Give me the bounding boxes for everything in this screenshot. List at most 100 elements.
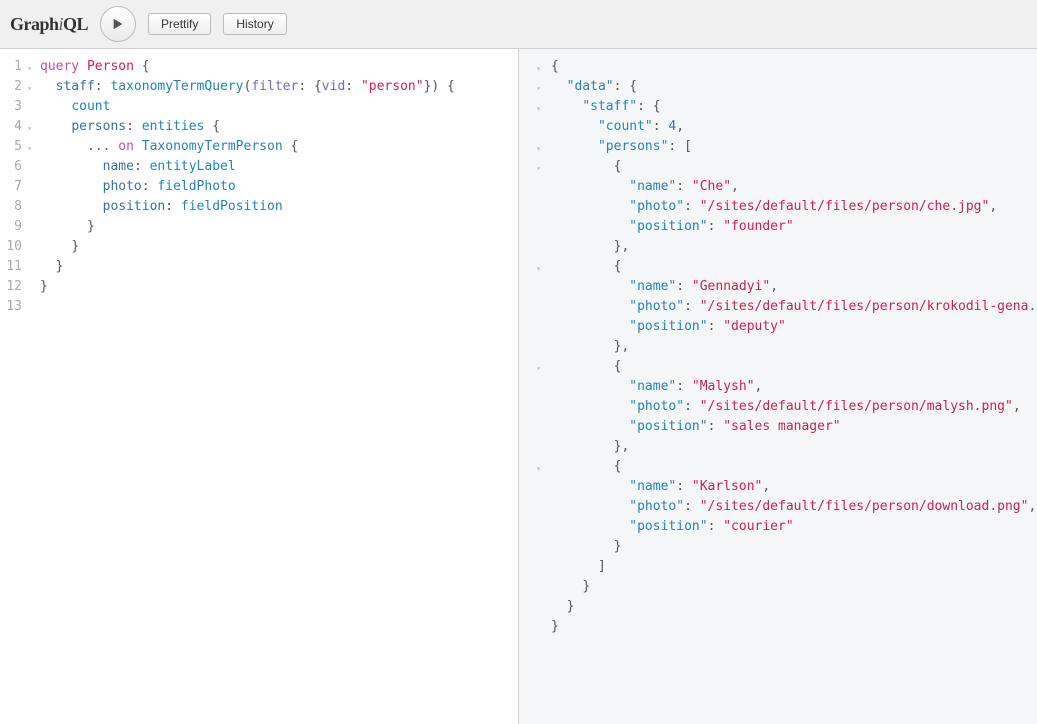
- line-number: 8: [0, 197, 22, 217]
- result-line: }: [549, 537, 1037, 557]
- prettify-button[interactable]: Prettify: [148, 13, 211, 35]
- query-line[interactable]: photo: fieldPhoto: [40, 177, 508, 197]
- result-gutter-row: [519, 177, 531, 197]
- result-viewer: ▾ ▾ ▾ ▾ ▾ ▾ ▾ ▾ { "data": { "staff": { "…: [519, 49, 1037, 724]
- query-line[interactable]: name: entityLabel: [40, 157, 508, 177]
- result-line: "data": {: [549, 77, 1037, 97]
- fold-icon[interactable]: ▾: [27, 139, 32, 159]
- query-line[interactable]: }: [40, 237, 508, 257]
- main-panes: 1▾2▾34▾5▾678910111213 query Person { sta…: [0, 49, 1037, 724]
- result-gutter-row: [519, 417, 531, 437]
- result-line: {: [549, 257, 1037, 277]
- line-number: 13: [0, 297, 22, 317]
- result-gutter-row: [519, 477, 531, 497]
- result-gutter-row: [519, 497, 531, 517]
- fold-icon[interactable]: ▾: [27, 79, 32, 99]
- result-gutter-row: [519, 297, 531, 317]
- query-line[interactable]: }: [40, 217, 508, 237]
- result-line: ]: [549, 557, 1037, 577]
- result-gutter-row: [519, 617, 531, 637]
- fold-icon[interactable]: ▾: [536, 259, 541, 279]
- line-number: 12: [0, 277, 22, 297]
- query-line[interactable]: count: [40, 97, 508, 117]
- result-gutter-row: ▾: [519, 137, 531, 157]
- result-gutter-row: [519, 517, 531, 537]
- result-gutter: ▾ ▾ ▾ ▾ ▾ ▾ ▾ ▾: [519, 49, 537, 724]
- fold-icon[interactable]: ▾: [536, 359, 541, 379]
- result-gutter-row: [519, 237, 531, 257]
- result-line: },: [549, 437, 1037, 457]
- result-gutter-row: ▾: [519, 257, 531, 277]
- execute-button[interactable]: [100, 6, 136, 42]
- result-line: "count": 4,: [549, 117, 1037, 137]
- fold-icon[interactable]: ▾: [536, 99, 541, 119]
- result-line: },: [549, 237, 1037, 257]
- result-gutter-row: ▾: [519, 77, 531, 97]
- result-line: "photo": "/sites/default/files/person/ma…: [549, 397, 1037, 417]
- result-line: {: [549, 157, 1037, 177]
- line-number: 4▾: [0, 117, 22, 137]
- query-line[interactable]: position: fieldPosition: [40, 197, 508, 217]
- query-line[interactable]: query Person {: [40, 57, 508, 77]
- line-number: 2▾: [0, 77, 22, 97]
- query-line[interactable]: }: [40, 277, 508, 297]
- fold-icon[interactable]: ▾: [536, 79, 541, 99]
- line-number: 10: [0, 237, 22, 257]
- history-button[interactable]: History: [223, 13, 286, 35]
- result-gutter-row: ▾: [519, 97, 531, 117]
- result-line: "position": "deputy": [549, 317, 1037, 337]
- query-editor[interactable]: 1▾2▾34▾5▾678910111213 query Person { sta…: [0, 49, 519, 724]
- result-line: }: [549, 577, 1037, 597]
- result-line: "photo": "/sites/default/files/person/kr…: [549, 297, 1037, 317]
- result-gutter-row: [519, 377, 531, 397]
- result-gutter-row: ▾: [519, 357, 531, 377]
- result-gutter-row: [519, 317, 531, 337]
- toolbar: GraphiQL Prettify History: [0, 0, 1037, 49]
- line-number: 7: [0, 177, 22, 197]
- result-line: "position": "founder": [549, 217, 1037, 237]
- result-line: "name": "Che",: [549, 177, 1037, 197]
- query-line[interactable]: [40, 297, 508, 317]
- line-number: 9: [0, 217, 22, 237]
- result-line: "name": "Karlson",: [549, 477, 1037, 497]
- result-gutter-row: ▾: [519, 457, 531, 477]
- fold-icon[interactable]: ▾: [27, 119, 32, 139]
- fold-icon[interactable]: ▾: [536, 59, 541, 79]
- result-line: "staff": {: [549, 97, 1037, 117]
- result-gutter-row: [519, 557, 531, 577]
- result-gutter-row: [519, 537, 531, 557]
- fold-icon[interactable]: ▾: [536, 159, 541, 179]
- result-gutter-row: [519, 337, 531, 357]
- result-line: "name": "Malysh",: [549, 377, 1037, 397]
- result-line: "position": "sales manager": [549, 417, 1037, 437]
- result-line: {: [549, 357, 1037, 377]
- query-line[interactable]: }: [40, 257, 508, 277]
- result-gutter-row: ▾: [519, 157, 531, 177]
- result-code[interactable]: { "data": { "staff": { "count": 4, "pers…: [537, 49, 1037, 724]
- result-line: }: [549, 597, 1037, 617]
- fold-icon[interactable]: ▾: [27, 59, 32, 79]
- result-gutter-row: [519, 197, 531, 217]
- query-line[interactable]: ... on TaxonomyTermPerson {: [40, 137, 508, 157]
- result-line: },: [549, 337, 1037, 357]
- result-line: "photo": "/sites/default/files/person/do…: [549, 497, 1037, 517]
- result-line: "name": "Gennadyi",: [549, 277, 1037, 297]
- fold-icon[interactable]: ▾: [536, 139, 541, 159]
- query-line[interactable]: staff: taxonomyTermQuery(filter: {vid: "…: [40, 77, 508, 97]
- result-line: "position": "courier": [549, 517, 1037, 537]
- line-number: 5▾: [0, 137, 22, 157]
- result-line: {: [549, 57, 1037, 77]
- line-number: 6: [0, 157, 22, 177]
- play-icon: [111, 17, 125, 31]
- fold-icon[interactable]: ▾: [536, 459, 541, 479]
- logo: GraphiQL: [10, 14, 88, 35]
- query-line[interactable]: persons: entities {: [40, 117, 508, 137]
- line-number: 11: [0, 257, 22, 277]
- result-line: }: [549, 617, 1037, 637]
- result-gutter-row: [519, 277, 531, 297]
- result-gutter-row: [519, 577, 531, 597]
- query-code[interactable]: query Person { staff: taxonomyTermQuery(…: [28, 49, 518, 724]
- result-gutter-row: [519, 117, 531, 137]
- result-gutter-row: [519, 397, 531, 417]
- query-gutter: 1▾2▾34▾5▾678910111213: [0, 49, 28, 724]
